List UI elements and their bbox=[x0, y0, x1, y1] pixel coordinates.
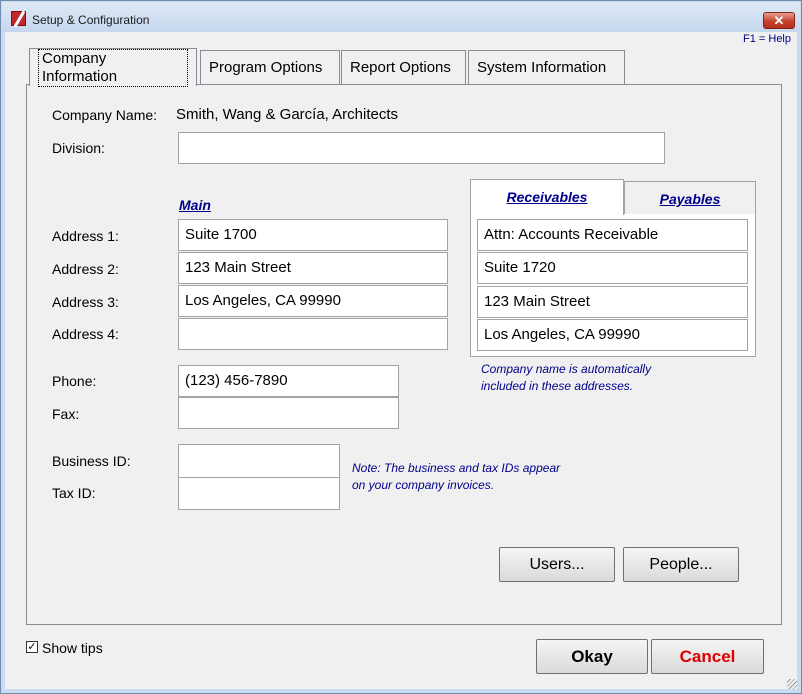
receivables-label: Receivables bbox=[506, 189, 588, 205]
users-button[interactable]: Users... bbox=[499, 547, 615, 582]
okay-button[interactable]: Okay bbox=[536, 639, 648, 674]
alt-address3-field[interactable]: 123 Main Street bbox=[477, 286, 748, 318]
window-title: Setup & Configuration bbox=[32, 13, 150, 27]
tab-receivables[interactable]: Receivables bbox=[470, 179, 624, 215]
division-field[interactable] bbox=[178, 132, 665, 164]
company-name-value: Smith, Wang & García, Architects bbox=[176, 106, 399, 123]
alt-address1-field[interactable]: Attn: Accounts Receivable bbox=[477, 219, 748, 251]
tax-id-label: Tax ID: bbox=[52, 485, 96, 501]
division-label: Division: bbox=[52, 140, 105, 156]
tab-label: Company Information bbox=[38, 49, 188, 87]
company-name-label: Company Name: bbox=[52, 107, 158, 123]
resize-grip-icon[interactable] bbox=[787, 679, 797, 689]
address3-label: Address 3: bbox=[52, 294, 119, 310]
alt-address-note-line: included in these addresses. bbox=[481, 379, 634, 393]
ids-note-line: on your company invoices. bbox=[352, 478, 495, 492]
tab-payables[interactable]: Payables bbox=[624, 181, 756, 214]
ids-note-line: Note: The business and tax IDs appear bbox=[352, 461, 561, 475]
show-tips-checkbox[interactable]: ✓ bbox=[26, 641, 38, 653]
app-logo-icon bbox=[11, 11, 26, 26]
address2-field[interactable]: 123 Main Street bbox=[178, 252, 448, 284]
tax-id-field[interactable] bbox=[178, 477, 340, 510]
tab-label: System Information bbox=[477, 59, 607, 76]
address1-label: Address 1: bbox=[52, 228, 119, 244]
address2-label: Address 2: bbox=[52, 261, 119, 277]
ids-note: Note: The business and tax IDs appear on… bbox=[352, 460, 560, 494]
main-address-heading[interactable]: Main bbox=[179, 197, 211, 213]
close-button[interactable]: ✕ bbox=[763, 12, 795, 29]
address1-field[interactable]: Suite 1700 bbox=[178, 219, 448, 251]
fax-field[interactable] bbox=[178, 397, 399, 429]
fax-label: Fax: bbox=[52, 406, 80, 422]
people-button[interactable]: People... bbox=[623, 547, 739, 582]
tab-company-information[interactable]: Company Information bbox=[29, 48, 197, 87]
tab-program-options[interactable]: Program Options bbox=[200, 50, 340, 85]
cancel-button[interactable]: Cancel bbox=[651, 639, 764, 674]
address3-field[interactable]: Los Angeles, CA 99990 bbox=[178, 285, 448, 317]
tab-label: Report Options bbox=[350, 59, 451, 76]
address4-field[interactable] bbox=[178, 318, 448, 350]
tab-label: Program Options bbox=[209, 59, 323, 76]
alt-address-note-line: Company name is automatically bbox=[481, 362, 652, 376]
phone-label: Phone: bbox=[52, 373, 97, 389]
alt-address-note: Company name is automatically included i… bbox=[481, 361, 651, 395]
address4-label: Address 4: bbox=[52, 326, 119, 342]
payables-label: Payables bbox=[659, 191, 721, 207]
help-hint[interactable]: F1 = Help bbox=[743, 33, 791, 45]
show-tips-label[interactable]: Show tips bbox=[42, 640, 103, 656]
tab-system-information[interactable]: System Information bbox=[468, 50, 625, 85]
setup-dialog: Setup & Configuration ✕ F1 = Help Compan… bbox=[0, 0, 802, 694]
alt-address4-field[interactable]: Los Angeles, CA 99990 bbox=[477, 319, 748, 351]
tab-report-options[interactable]: Report Options bbox=[341, 50, 466, 85]
business-id-field[interactable] bbox=[178, 444, 340, 478]
business-id-label: Business ID: bbox=[52, 453, 131, 469]
phone-field[interactable]: (123) 456-7890 bbox=[178, 365, 399, 397]
alt-address2-field[interactable]: Suite 1720 bbox=[477, 252, 748, 284]
title-bar: Setup & Configuration ✕ bbox=[2, 2, 800, 32]
